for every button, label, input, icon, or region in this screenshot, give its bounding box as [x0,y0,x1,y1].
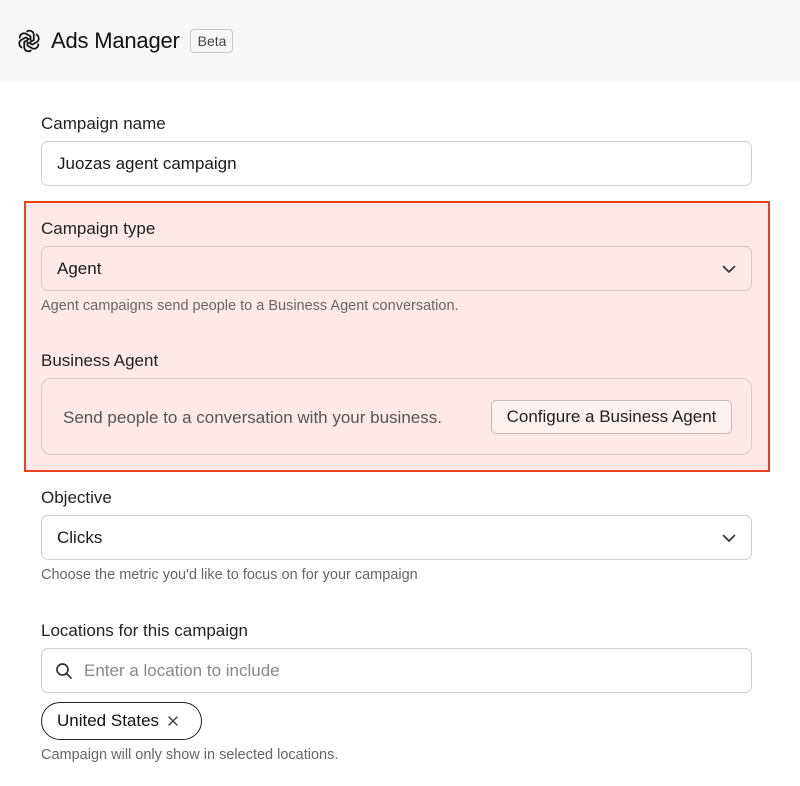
location-search-input[interactable]: Enter a location to include [41,648,752,693]
location-search-placeholder: Enter a location to include [84,660,280,680]
chevron-down-icon [721,530,737,546]
objective-helper: Choose the metric you'd like to focus on… [41,567,418,583]
campaign-type-helper: Agent campaigns send people to a Busines… [41,298,459,314]
campaign-name-input[interactable]: Juozas agent campaign [41,141,752,186]
app-title: Ads Manager [51,28,180,53]
campaign-type-label: Campaign type [41,219,156,238]
locations-helper: Campaign will only show in selected loca… [41,747,339,763]
top-bar: Ads Manager Beta [0,0,800,82]
beta-badge: Beta [189,29,234,53]
search-icon [55,662,73,680]
configure-business-agent-button[interactable]: Configure a Business Agent [491,400,732,434]
objective-select[interactable]: Clicks [41,515,752,560]
business-agent-description: Send people to a conversation with your … [63,408,442,427]
campaign-type-value: Agent [57,258,102,278]
campaign-name-value: Juozas agent campaign [57,153,237,173]
close-icon[interactable] [167,715,179,727]
location-chip: United States [41,702,202,740]
chevron-down-icon [721,261,737,277]
campaign-type-select[interactable]: Agent [41,246,752,291]
objective-value: Clicks [57,527,103,547]
locations-label: Locations for this campaign [41,621,248,640]
openai-logo-icon [16,28,42,54]
business-agent-panel: Send people to a conversation with your … [41,378,752,455]
objective-label: Objective [41,488,112,507]
business-agent-label: Business Agent [41,351,159,370]
location-chip-label: United States [57,711,160,730]
campaign-name-label: Campaign name [41,114,166,133]
